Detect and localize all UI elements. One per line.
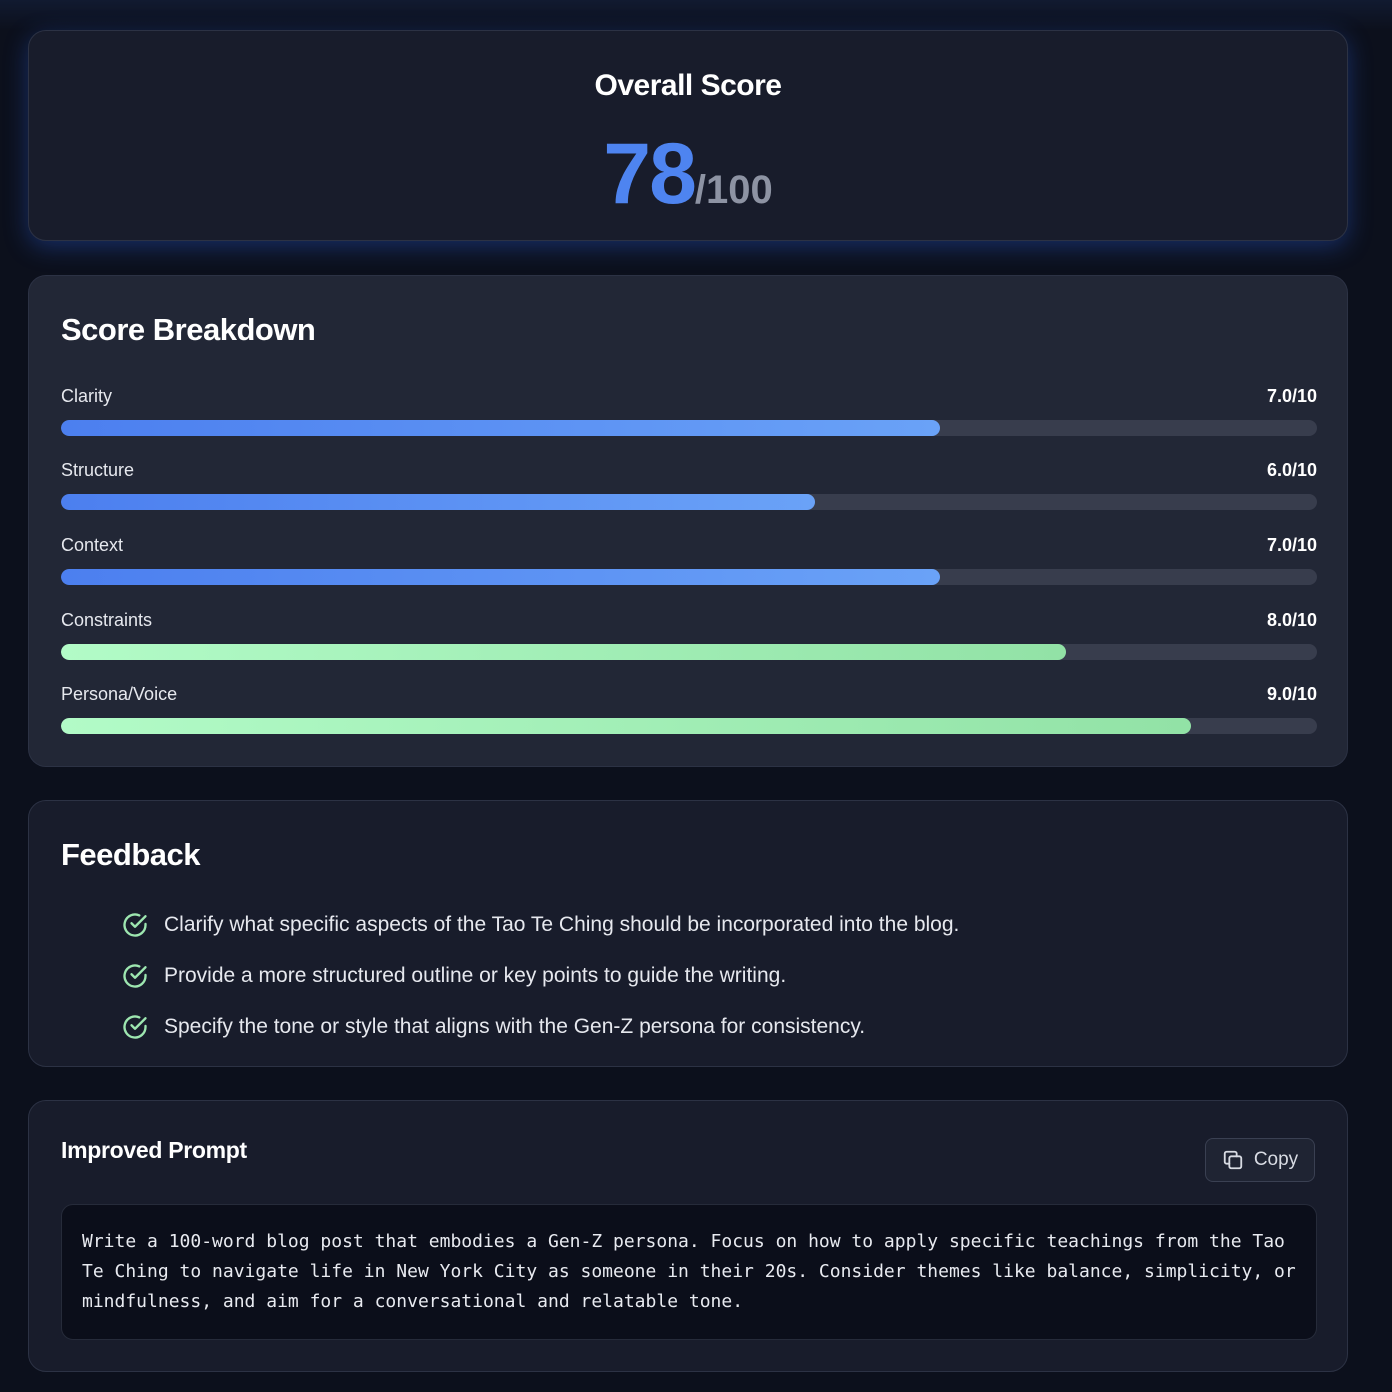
progress-track [61, 718, 1317, 734]
metric-label: Constraints [61, 610, 153, 630]
progress-track [61, 569, 1317, 585]
metric-value: 9.0/10 [1266, 684, 1317, 704]
metric-context: Context 7.0/10 [61, 535, 1317, 595]
copy-button[interactable]: Copy [1205, 1138, 1315, 1182]
overall-score-value: 78/100 [29, 125, 1347, 224]
progress-track [61, 420, 1317, 436]
progress-track [61, 494, 1317, 510]
metric-value: 7.0/10 [1266, 535, 1317, 555]
feedback-item: Clarify what specific aspects of the Tao… [121, 899, 959, 950]
check-circle-icon [123, 912, 147, 937]
improved-prompt-card: Improved Prompt Copy Write a 100-word bl… [28, 1100, 1348, 1372]
improved-prompt-text[interactable]: Write a 100-word blog post that embodies… [61, 1204, 1317, 1340]
metric-value: 6.0/10 [1266, 460, 1317, 480]
feedback-list: Clarify what specific aspects of the Tao… [121, 899, 959, 1052]
copy-label: Copy [1253, 1149, 1299, 1170]
overall-score-title: Overall Score [594, 69, 782, 102]
score-number: 78 [603, 126, 697, 222]
feedback-text: Provide a more structured outline or key… [164, 963, 787, 987]
metric-constraints: Constraints 8.0/10 [61, 610, 1317, 670]
improved-prompt-title: Improved Prompt [61, 1137, 247, 1163]
progress-fill [61, 644, 1066, 660]
copy-icon [1223, 1150, 1242, 1170]
progress-track [61, 644, 1317, 660]
feedback-text: Clarify what specific aspects of the Tao… [164, 912, 960, 936]
feedback-item: Provide a more structured outline or key… [121, 950, 959, 1001]
metric-persona-voice: Persona/Voice 9.0/10 [61, 684, 1317, 744]
metric-label: Clarity [61, 386, 113, 406]
metric-value: 8.0/10 [1266, 610, 1317, 630]
metric-value: 7.0/10 [1266, 386, 1317, 406]
score-breakdown-card: Score Breakdown Clarity 7.0/10 Structure… [28, 275, 1348, 767]
feedback-card: Feedback Clarify what specific aspects o… [28, 800, 1348, 1067]
metric-label: Persona/Voice [61, 684, 178, 704]
progress-fill [61, 569, 941, 585]
metric-label: Context [61, 535, 124, 555]
metric-structure: Structure 6.0/10 [61, 460, 1317, 520]
metric-clarity: Clarity 7.0/10 [61, 386, 1317, 446]
progress-fill [61, 420, 941, 436]
overall-score-card: Overall Score 78/100 [28, 30, 1348, 241]
score-max: /100 [694, 168, 773, 212]
metric-label: Structure [61, 460, 135, 480]
progress-fill [61, 718, 1192, 734]
check-circle-icon [123, 1014, 147, 1039]
feedback-item: Specify the tone or style that aligns wi… [121, 1001, 959, 1052]
feedback-text: Specify the tone or style that aligns wi… [164, 1014, 866, 1038]
progress-fill [61, 494, 815, 510]
score-breakdown-title: Score Breakdown [61, 312, 316, 347]
feedback-title: Feedback [61, 837, 201, 872]
check-circle-icon [123, 963, 147, 988]
